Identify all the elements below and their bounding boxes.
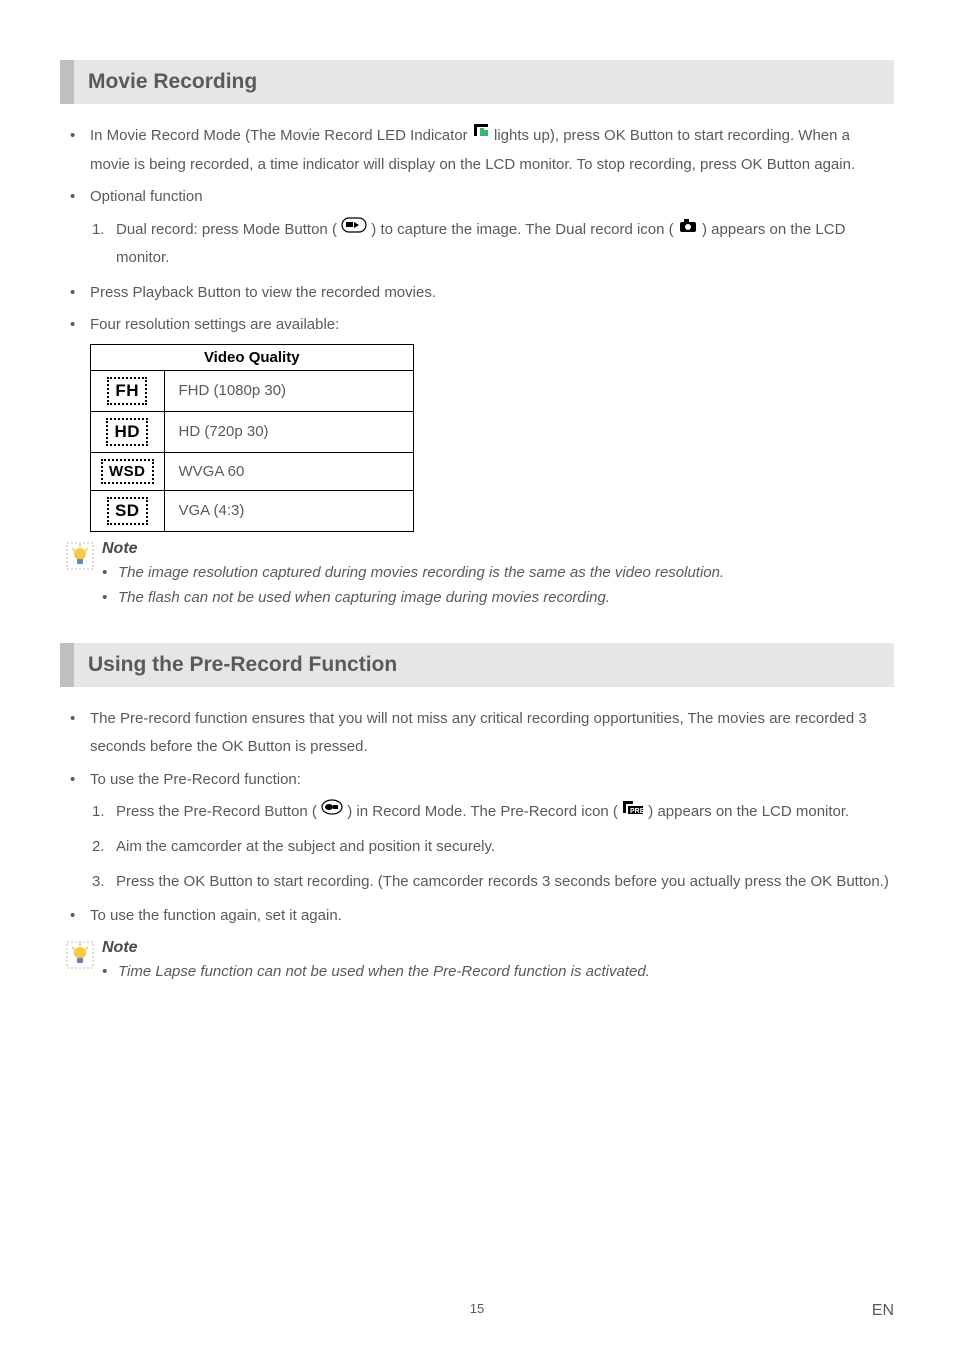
vq-header: Video Quality [91,344,414,370]
pre-b1: The Pre-record function ensures that you… [86,705,894,762]
note-item: Time Lapse function can not be used when… [112,959,894,985]
lightbulb-note-icon [66,941,94,974]
movie-b2: Optional function Dual record: press Mod… [86,183,894,273]
mode-button-icon [341,215,367,244]
note-item: The flash can not be used when capturing… [112,585,894,611]
page-number: 15 [0,1301,954,1316]
svg-text:PRE: PRE [630,808,644,815]
pre-b2-3: Press the OK Button to start recording. … [112,868,894,897]
movie-indicator-icon [472,121,490,150]
section-title-prerecord: Using the Pre-Record Function [60,643,894,687]
movie-b4: Four resolution settings are available: [86,311,894,340]
prerecord-button-icon [321,797,343,826]
video-quality-table: Video Quality FH FHD (1080p 30) HD HD (7… [90,344,414,532]
quality-badge: SD [107,497,148,525]
movie-b3: Press Playback Button to view the record… [86,279,894,308]
quality-badge: FH [107,377,147,405]
table-row: WSD WVGA 60 [91,452,414,490]
movie-b1: In Movie Record Mode (The Movie Record L… [86,122,894,179]
pre-b3: To use the function again, set it again. [86,902,894,931]
note-block: Note The image resolution captured durin… [66,540,894,611]
quality-badge: WSD [101,459,154,484]
quality-label: FHD (1080p 30) [164,370,413,411]
movie-bullets: In Movie Record Mode (The Movie Record L… [60,122,894,340]
table-row: SD VGA (4:3) [91,490,414,531]
quality-label: VGA (4:3) [164,490,413,531]
table-row: FH FHD (1080p 30) [91,370,414,411]
note-title: Note [102,939,894,957]
prerecord-indicator-icon: PRE [622,797,644,826]
pre-b2-1: Press the Pre-Record Button ( ) in Recor… [112,798,894,827]
pre-b2-2: Aim the camcorder at the subject and pos… [112,833,894,862]
quality-label: HD (720p 30) [164,411,413,452]
note-item: The image resolution captured during mov… [112,560,894,586]
note-title: Note [102,540,894,558]
quality-label: WVGA 60 [164,452,413,490]
lightbulb-note-icon [66,542,94,575]
pre-b2: To use the Pre-Record function: Press th… [86,766,894,896]
prerecord-bullets: The Pre-record function ensures that you… [60,705,894,931]
section-title-movie: Movie Recording [60,60,894,104]
dual-record-icon [678,215,698,244]
page-container: Movie Recording In Movie Record Mode (Th… [0,0,954,1350]
table-row: HD HD (720p 30) [91,411,414,452]
quality-badge: HD [106,418,148,446]
language-label: EN [872,1302,894,1320]
note-block: Note Time Lapse function can not be used… [66,939,894,985]
movie-b2-1: Dual record: press Mode Button ( ) to ca… [112,216,894,273]
